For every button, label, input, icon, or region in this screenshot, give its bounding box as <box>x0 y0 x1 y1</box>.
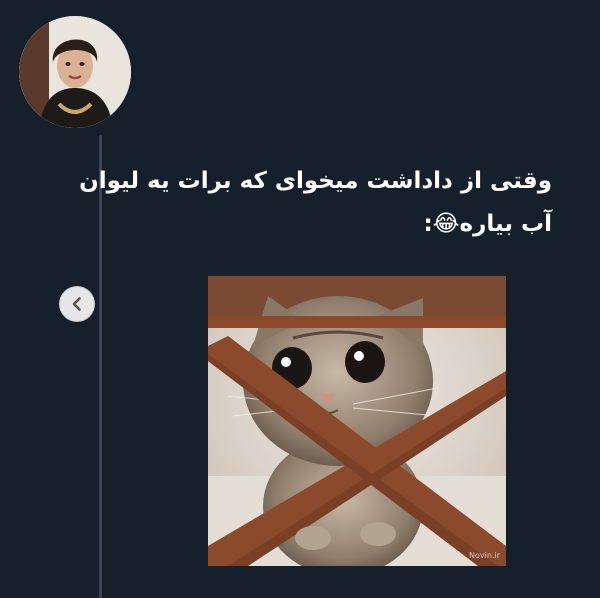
avatar-portrait <box>19 16 131 128</box>
back-button[interactable] <box>60 287 94 321</box>
tweet-text-line: وقتی از داداشت میخوای که برات یه لیوان <box>79 168 552 194</box>
tweet-image[interactable]: Novin.ir <box>208 276 506 566</box>
tweet-text: وقتی از داداشت میخوای که برات یه لیوان آ… <box>79 160 552 246</box>
image-watermark: Novin.ir <box>469 551 500 560</box>
chevron-left-icon <box>72 297 81 311</box>
thread-connector-line <box>99 135 102 598</box>
kitten-photo <box>208 276 506 566</box>
tweet-text-line: آب بیاره😂: <box>423 211 552 237</box>
tweet-thread-view: وقتی از داداشت میخوای که برات یه لیوان آ… <box>0 0 600 598</box>
avatar[interactable] <box>19 16 131 128</box>
